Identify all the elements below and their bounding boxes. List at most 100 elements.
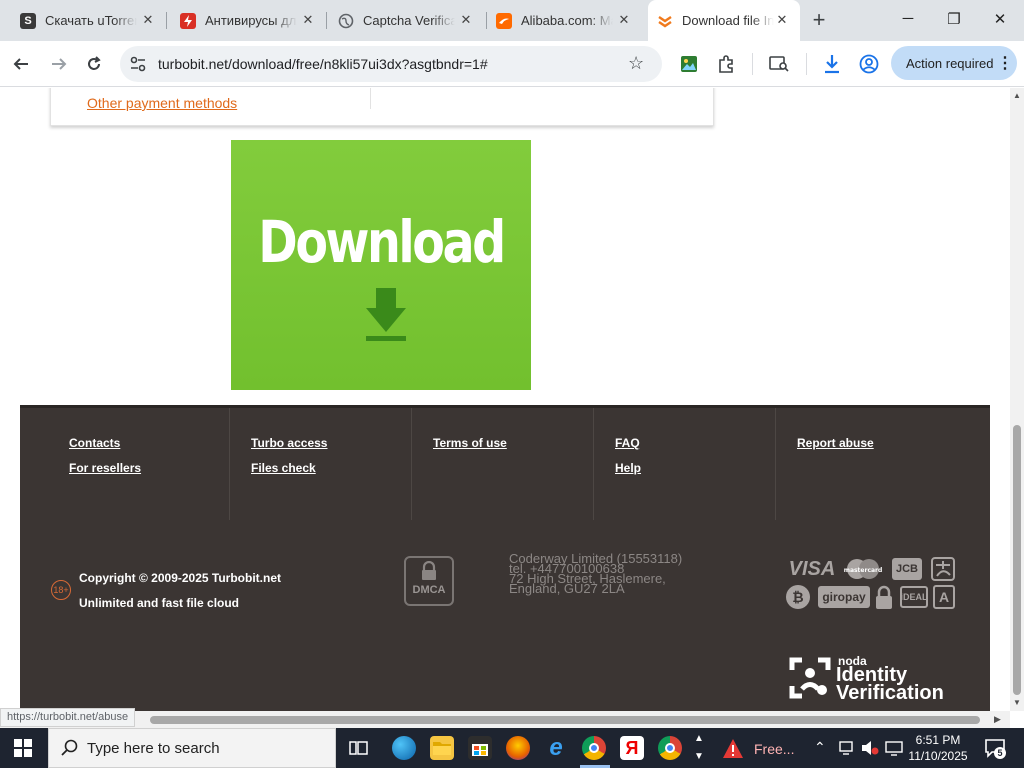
vertical-scrollbar[interactable]: ▲ ▼ bbox=[1010, 88, 1024, 711]
bookmark-star-icon[interactable]: ☆ bbox=[628, 53, 644, 74]
dmca-label: DMCA bbox=[412, 584, 446, 596]
report-abuse-link[interactable]: Report abuse bbox=[797, 436, 874, 450]
turbo-access-link[interactable]: Turbo access bbox=[251, 436, 327, 450]
age-restriction-badge: 18+ bbox=[51, 580, 71, 600]
close-tab-icon[interactable]: ✕ bbox=[300, 12, 316, 28]
antivirus-favicon-icon bbox=[180, 12, 196, 29]
other-payment-methods-link[interactable]: Other payment methods bbox=[87, 95, 237, 111]
contacts-link[interactable]: Contacts bbox=[69, 436, 120, 450]
yandex-icon[interactable]: Я bbox=[620, 736, 644, 760]
copyright-text: Copyright © 2009-2025 Turbobit.net bbox=[79, 571, 281, 585]
download-arrow-icon bbox=[366, 288, 406, 341]
taskbar-scroll-icon[interactable]: ▲ ▼ bbox=[694, 730, 704, 766]
internet-explorer-icon[interactable]: e bbox=[544, 734, 568, 761]
close-window-icon[interactable]: ✕ bbox=[990, 10, 1010, 28]
footer-column-2: Turbo access Files check bbox=[230, 408, 412, 520]
close-tab-icon[interactable]: ✕ bbox=[774, 12, 790, 28]
windows-start-icon[interactable] bbox=[14, 739, 32, 762]
for-resellers-link[interactable]: For resellers bbox=[69, 461, 141, 475]
horizontal-scroll-thumb[interactable] bbox=[150, 716, 980, 724]
edge-icon[interactable] bbox=[392, 736, 416, 760]
tray-chevron-icon[interactable]: ⌃ bbox=[814, 739, 826, 756]
vertical-scroll-thumb[interactable] bbox=[1013, 425, 1021, 695]
action-required-button[interactable]: Action required ⋮ bbox=[891, 46, 1017, 80]
tab-download-file[interactable]: Download file In ✕ bbox=[648, 0, 800, 41]
taskbar-clock[interactable]: 6:51 PM 11/10/2025 bbox=[908, 732, 968, 764]
task-view-icon[interactable] bbox=[349, 738, 369, 763]
restore-icon[interactable]: ❐ bbox=[944, 10, 964, 28]
profile-icon[interactable] bbox=[856, 51, 882, 77]
alibaba-favicon-icon bbox=[496, 12, 512, 29]
ideal-icon: iDEAL bbox=[900, 586, 928, 608]
file-explorer-icon[interactable] bbox=[430, 736, 454, 760]
s-site-favicon-icon: S bbox=[20, 12, 36, 29]
tab-title: Download file In bbox=[682, 13, 774, 28]
action-required-label: Action required bbox=[906, 55, 994, 71]
chrome-icon[interactable] bbox=[582, 736, 606, 760]
firefox-icon[interactable] bbox=[506, 736, 530, 760]
tab-title: Антивирусы для bbox=[205, 13, 297, 28]
forward-button[interactable] bbox=[46, 51, 72, 77]
free-app-button[interactable]: Free... bbox=[722, 737, 802, 761]
notifications-icon[interactable]: 5 bbox=[984, 738, 1006, 759]
scroll-up-arrow-icon[interactable]: ▲ bbox=[1013, 91, 1021, 100]
mastercard-label: mastercard bbox=[844, 567, 882, 574]
tray-device-icon[interactable] bbox=[838, 740, 854, 761]
giropay-icon: giropay bbox=[818, 586, 870, 608]
menu-dots-icon[interactable]: ⋮ bbox=[997, 53, 1013, 73]
visa-icon: VISA bbox=[788, 557, 836, 580]
reload-icon bbox=[88, 56, 101, 70]
store-icon[interactable] bbox=[468, 736, 492, 760]
astropay-icon: A bbox=[933, 585, 955, 609]
new-tab-button[interactable]: + bbox=[806, 7, 832, 33]
jcb-icon: JCB bbox=[892, 558, 922, 580]
close-tab-icon[interactable]: ✕ bbox=[458, 12, 474, 28]
tagline-text: Unlimited and fast file cloud bbox=[79, 596, 240, 610]
download-button[interactable]: Download bbox=[231, 140, 531, 390]
chrome-alt-icon[interactable] bbox=[658, 736, 682, 760]
forward-arrow-icon bbox=[52, 58, 67, 70]
notification-count-badge: 5 bbox=[994, 747, 1006, 759]
tab-title: Скачать uTorrent bbox=[45, 13, 137, 28]
terms-of-use-link[interactable]: Terms of use bbox=[433, 436, 507, 450]
url-text[interactable]: turbobit.net/download/free/n8kli57ui3dx?… bbox=[158, 56, 488, 72]
tab-utorrent[interactable]: S Скачать uTorrent ✕ bbox=[0, 0, 166, 41]
tab-alibaba[interactable]: Alibaba.com: Ma ✕ bbox=[476, 0, 642, 41]
volume-muted-icon[interactable] bbox=[861, 740, 879, 761]
close-tab-icon[interactable]: ✕ bbox=[616, 12, 632, 28]
search-icon bbox=[61, 739, 78, 756]
warning-app-icon bbox=[723, 739, 743, 758]
footer-column-3: Terms of use bbox=[412, 408, 594, 520]
lock-icon bbox=[422, 560, 436, 580]
scroll-right-arrow-icon[interactable]: ▶ bbox=[994, 714, 1001, 725]
footer-column-4: FAQ Help bbox=[594, 408, 776, 520]
noda-logo-icon bbox=[789, 657, 831, 699]
files-check-link[interactable]: Files check bbox=[251, 461, 316, 475]
close-tab-icon[interactable]: ✕ bbox=[140, 12, 156, 28]
bitcoin-icon: ₿ bbox=[786, 585, 810, 609]
tab-antivirus[interactable]: Антивирусы для ✕ bbox=[160, 0, 326, 41]
downloads-icon[interactable] bbox=[819, 51, 845, 77]
horizontal-scrollbar[interactable]: ▶ bbox=[0, 711, 1010, 728]
site-info-icon[interactable] bbox=[129, 55, 147, 78]
windows-taskbar: Type here to search e Я ▲ ▼ Free... ⌃ 6:5… bbox=[0, 728, 1024, 768]
minimize-icon[interactable]: ─ bbox=[898, 10, 918, 27]
toolbar-divider bbox=[752, 53, 753, 75]
free-app-label: Free... bbox=[754, 741, 795, 757]
back-button[interactable] bbox=[8, 51, 34, 77]
tab-search-icon[interactable] bbox=[766, 51, 792, 77]
dmca-badge[interactable]: DMCA bbox=[404, 556, 454, 606]
extensions-puzzle-icon[interactable] bbox=[713, 51, 739, 77]
scroll-down-arrow-icon[interactable]: ▼ bbox=[1013, 698, 1021, 707]
network-icon[interactable] bbox=[885, 740, 903, 761]
taskbar-search-box[interactable]: Type here to search bbox=[48, 728, 336, 768]
reload-button[interactable] bbox=[81, 51, 107, 77]
payment-box: Other payment methods bbox=[50, 88, 714, 126]
help-link[interactable]: Help bbox=[615, 461, 641, 475]
address-bar[interactable]: turbobit.net/download/free/n8kli57ui3dx?… bbox=[120, 46, 662, 82]
globe-icon bbox=[338, 13, 354, 29]
faq-link[interactable]: FAQ bbox=[615, 436, 640, 450]
noda-verification-text: Verification bbox=[836, 682, 944, 704]
tab-captcha[interactable]: Captcha Verification ✕ bbox=[318, 0, 484, 41]
image-extension-icon[interactable] bbox=[676, 51, 702, 77]
